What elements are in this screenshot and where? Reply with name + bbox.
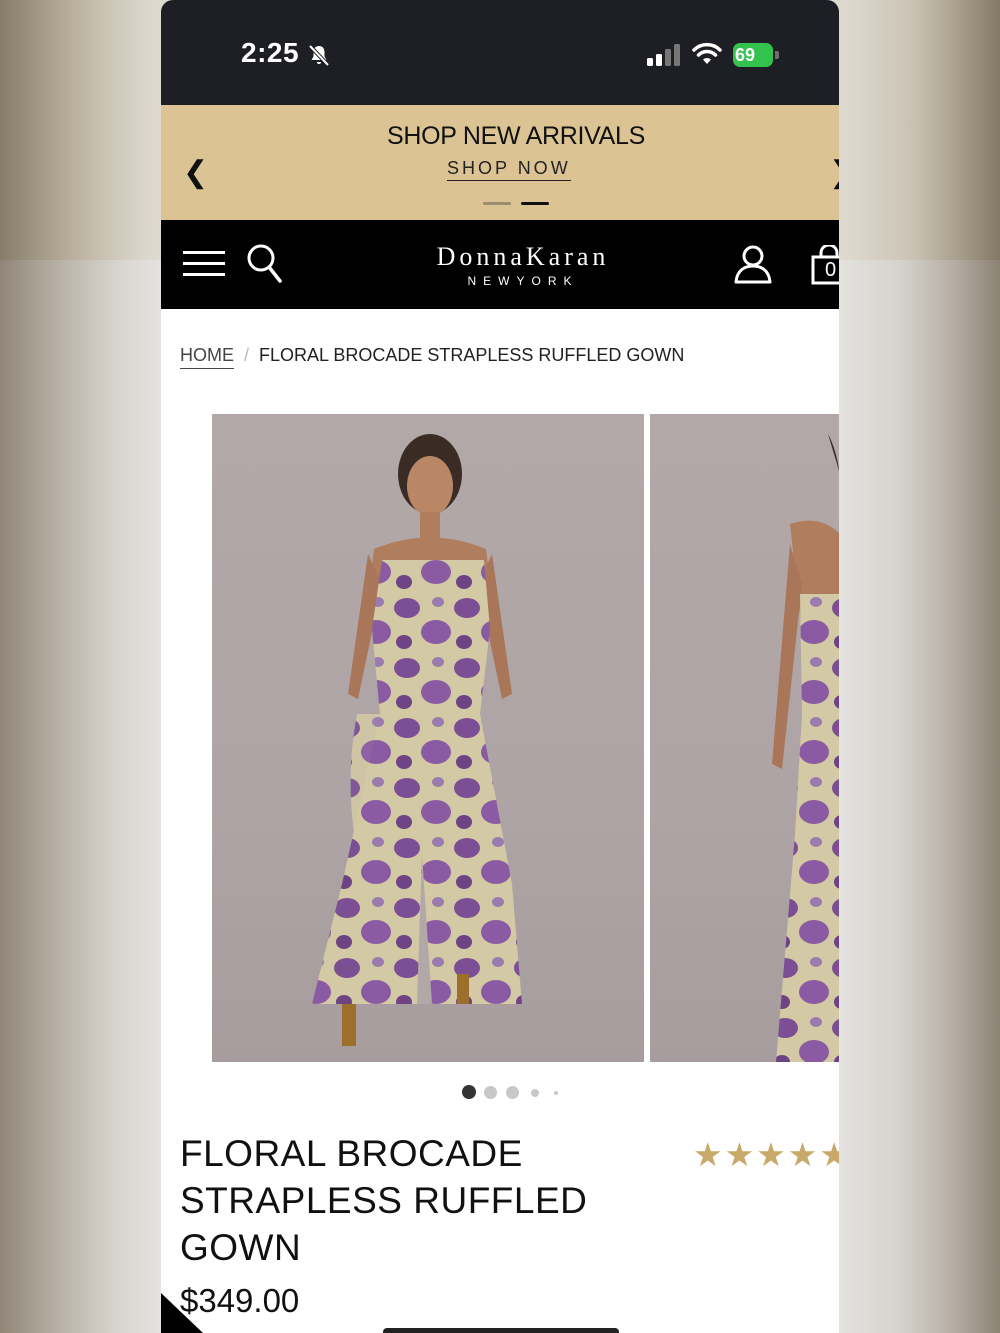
home-indicator[interactable] bbox=[383, 1328, 619, 1333]
image-dot[interactable] bbox=[484, 1086, 497, 1099]
cellular-signal-icon bbox=[647, 44, 680, 66]
product-image-front[interactable] bbox=[212, 414, 644, 1062]
battery-cap bbox=[775, 51, 779, 59]
site-header: DonnaKaran NEWYORK 0 bbox=[161, 220, 839, 309]
image-dot[interactable] bbox=[554, 1091, 558, 1095]
rating-stars[interactable]: ★★★★★ bbox=[693, 1135, 839, 1174]
breadcrumb-current: FLORAL BROCADE STRAPLESS RUFFLED GOWN bbox=[259, 345, 685, 365]
image-dot[interactable] bbox=[531, 1089, 539, 1097]
donna-karan-logo[interactable]: DonnaKaran NEWYORK bbox=[368, 242, 678, 288]
battery-indicator: 69 bbox=[733, 43, 779, 67]
promo-next-button[interactable]: ❯ bbox=[829, 155, 839, 190]
shop-now-link[interactable]: SHOP NOW bbox=[447, 158, 571, 181]
battery-percentage: 69 bbox=[735, 45, 756, 65]
model-back-illustration bbox=[772, 434, 839, 1062]
status-bar: 2:25 69 bbox=[161, 0, 839, 105]
wifi-icon bbox=[692, 42, 722, 64]
silent-bell-icon bbox=[308, 44, 330, 67]
image-dot-active[interactable] bbox=[462, 1085, 476, 1099]
product-title: FLORAL BROCADE STRAPLESS RUFFLED GOWN bbox=[180, 1133, 588, 1268]
corner-badge bbox=[161, 1293, 203, 1333]
breadcrumb: HOME / FLORAL BROCADE STRAPLESS RUFFLED GO… bbox=[180, 345, 685, 369]
status-time: 2:25 bbox=[241, 37, 300, 68]
promo-page-indicator-active[interactable] bbox=[521, 202, 549, 205]
hamburger-menu-icon[interactable] bbox=[183, 248, 225, 278]
promo-prev-button[interactable]: ❮ bbox=[183, 155, 208, 190]
logo-wordmark: DonnaKaran bbox=[436, 242, 610, 271]
logo-subtitle: NEWYORK bbox=[467, 274, 579, 288]
product-image-back[interactable] bbox=[650, 414, 839, 1062]
search-icon[interactable] bbox=[246, 243, 282, 283]
image-dot[interactable] bbox=[506, 1086, 519, 1099]
model-front-illustration bbox=[312, 434, 522, 1046]
breadcrumb-separator: / bbox=[244, 345, 250, 365]
breadcrumb-home-link[interactable]: HOME bbox=[180, 345, 234, 369]
promo-page-indicator[interactable] bbox=[483, 202, 511, 205]
promo-title: SHOP NEW ARRIVALS bbox=[387, 122, 645, 150]
phone-screen: 2:25 69 ❮ SHOP NEW ARRIVALS SHOP NOW ❯ bbox=[161, 0, 839, 1333]
promo-banner: ❮ SHOP NEW ARRIVALS SHOP NOW ❯ bbox=[161, 105, 839, 220]
account-icon[interactable] bbox=[734, 244, 772, 284]
cart-count: 0 bbox=[825, 259, 837, 281]
